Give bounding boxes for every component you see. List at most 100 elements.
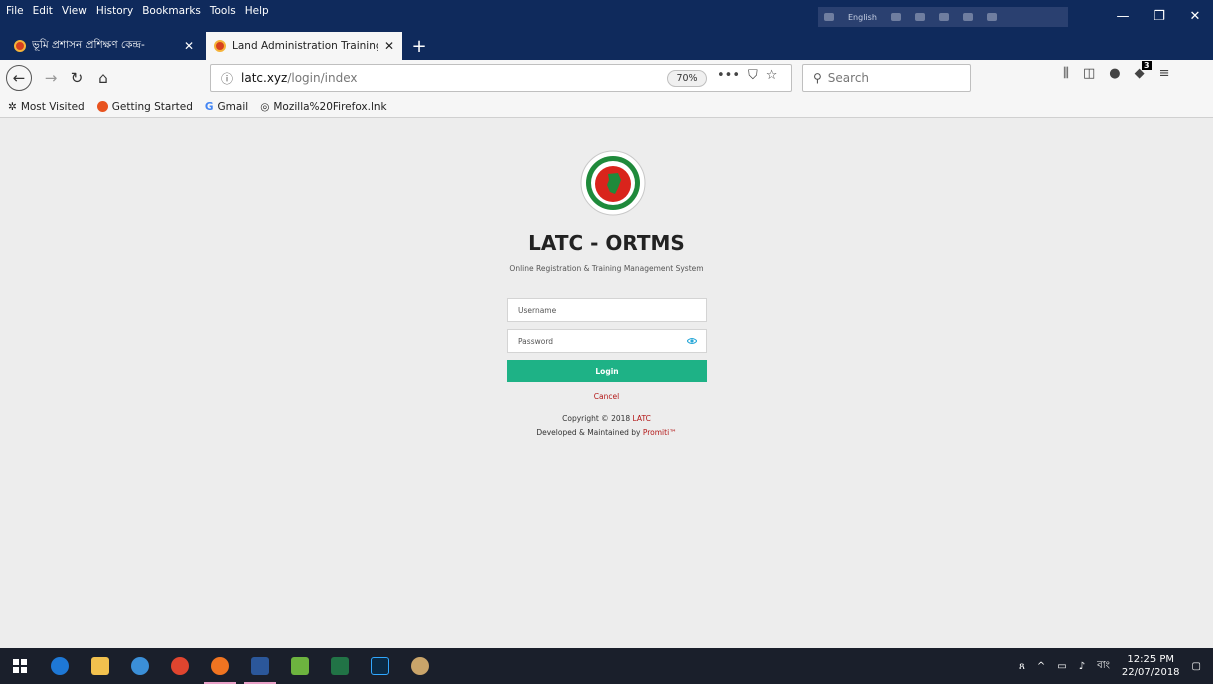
start-button[interactable] [0,648,40,684]
search-placeholder: Search [827,71,870,85]
maximize-button[interactable]: ❐ [1141,0,1177,32]
star-icon[interactable]: ☆ [766,68,778,83]
favicon-icon [214,40,226,52]
edge-icon [51,657,69,675]
taskbar-edge[interactable] [40,648,80,684]
extension-icon[interactable]: ● [1109,66,1120,81]
zoom-level-badge[interactable]: 70% [667,70,707,87]
promiti-link[interactable]: Promiti™ [643,428,677,437]
bookmark-most-visited[interactable]: ✲ Most Visited [8,101,85,113]
library-icon[interactable]: ⫼ [1063,66,1069,81]
tray-icon[interactable] [938,13,949,21]
menu-edit[interactable]: Edit [33,5,53,17]
pocket-icon[interactable]: ⛉ [748,68,758,83]
url-path: /login/index [287,71,358,85]
extension-badge-count: 3 [1142,61,1152,70]
new-tab-button[interactable]: + [407,32,431,60]
menu-file[interactable]: File [6,5,24,17]
chevron-up-icon[interactable]: ^ [1037,661,1045,672]
network-icon[interactable]: ▭ [1057,661,1066,672]
tray-icon[interactable] [890,13,901,21]
close-window-button[interactable]: ✕ [1177,0,1213,32]
taskbar-chrome[interactable] [160,648,200,684]
paint-icon [411,657,429,675]
taskbar-app[interactable] [280,648,320,684]
clock[interactable]: 12:25 PM 22/07/2018 [1122,653,1180,679]
browser-icon [131,657,149,675]
menu-bar: File Edit View History Bookmarks Tools H… [6,5,269,17]
language-indicator[interactable]: English [848,13,877,22]
taskbar-firefox[interactable] [200,648,240,684]
menu-history[interactable]: History [96,5,133,17]
help-icon[interactable] [962,13,973,21]
search-input[interactable]: ⚲ Search [802,64,971,92]
bookmark-label: Gmail [217,100,249,113]
bookmark-getting-started[interactable]: Getting Started [96,100,193,113]
sidebar-icon[interactable]: ◫ [1083,66,1095,81]
gear-icon: ✲ [8,100,17,113]
close-tab-icon[interactable]: ✕ [384,39,394,53]
page-content: LATC - ORTMS Online Registration & Train… [0,118,1213,648]
tab-bangla[interactable]: ভূমি প্রশাসন প্রশিক্ষণ কেন্দ্র- ✕ [6,32,202,60]
notification-icon[interactable]: ▢ [1192,661,1201,672]
people-icon[interactable]: ጸ [1019,661,1025,672]
hamburger-menu-icon[interactable]: ≡ [1159,66,1170,81]
input-language[interactable]: বাং [1097,658,1110,675]
tab-land-administration[interactable]: Land Administration Training C ✕ [206,32,402,60]
taskbar-photoshop[interactable] [360,648,400,684]
arrow-right-icon: → [44,69,58,87]
bookmark-gmail[interactable]: G Gmail [205,101,248,113]
taskbar-paint[interactable] [400,648,440,684]
password-placeholder: Password [518,336,554,346]
menu-bookmarks[interactable]: Bookmarks [142,5,201,17]
menu-view[interactable]: View [62,5,87,17]
address-bar[interactable]: ⓘ latc.xyz/login/index 70% ••• ⛉ ☆ [210,64,792,92]
windows-icon [13,659,27,673]
reload-button[interactable]: ↻ [66,65,88,91]
ime-icon[interactable] [824,13,834,21]
taskbar-file-explorer[interactable] [80,648,120,684]
latc-link[interactable]: LATC [633,414,651,423]
volume-icon[interactable]: ♪ [1079,661,1085,672]
url-host: latc.xyz [241,71,288,85]
home-button[interactable]: ⌂ [92,65,114,91]
bookmarks-toolbar: ✲ Most Visited Getting Started G Gmail ◎… [0,96,1213,118]
shield-extension-icon[interactable]: ◆ 3 [1135,61,1152,81]
back-button[interactable]: ← [6,65,32,91]
page-actions-icon[interactable]: ••• [717,68,740,83]
close-tab-icon[interactable]: ✕ [184,39,194,53]
login-button[interactable]: Login [507,360,707,382]
eye-icon[interactable] [687,337,697,345]
forward-button[interactable]: → [40,65,62,91]
firefox-icon [211,657,229,675]
cancel-link[interactable]: Cancel [0,392,1213,401]
tab-title: Land Administration Training C [232,40,378,52]
favicon-icon [14,40,26,52]
windows-taskbar: ጸ ^ ▭ ♪ বাং 12:25 PM 22/07/2018 ▢ [0,648,1213,684]
info-icon[interactable]: ⓘ [221,70,233,87]
chrome-icon [171,657,189,675]
options-icon[interactable] [986,13,997,21]
bookmark-label: Most Visited [20,100,85,113]
username-placeholder: Username [518,305,557,315]
taskbar-excel[interactable] [320,648,360,684]
menu-tools[interactable]: Tools [210,5,236,17]
minimize-button[interactable]: — [1105,0,1141,32]
taskbar-browser[interactable] [120,648,160,684]
developer-credit: Developed & Maintained by Promiti™ [0,428,1213,437]
developed-prefix: Developed & Maintained by [536,428,643,437]
username-field[interactable]: Username [507,298,707,322]
taskbar-word[interactable] [240,648,280,684]
reload-icon: ↻ [70,69,84,87]
password-field[interactable]: Password [507,329,707,353]
clock-time: 12:25 PM [1127,654,1175,665]
bookmark-firefox-lnk[interactable]: ◎ Mozilla%20Firefox.lnk [260,101,386,113]
window-controls: — ❐ ✕ [1105,0,1213,32]
tray-icon[interactable] [914,13,925,21]
photoshop-icon [371,657,389,675]
menu-help[interactable]: Help [245,5,269,17]
bookmark-label: Getting Started [111,100,193,113]
clock-date: 22/07/2018 [1121,667,1180,678]
google-icon: G [204,100,214,113]
home-icon: ⌂ [98,69,108,87]
